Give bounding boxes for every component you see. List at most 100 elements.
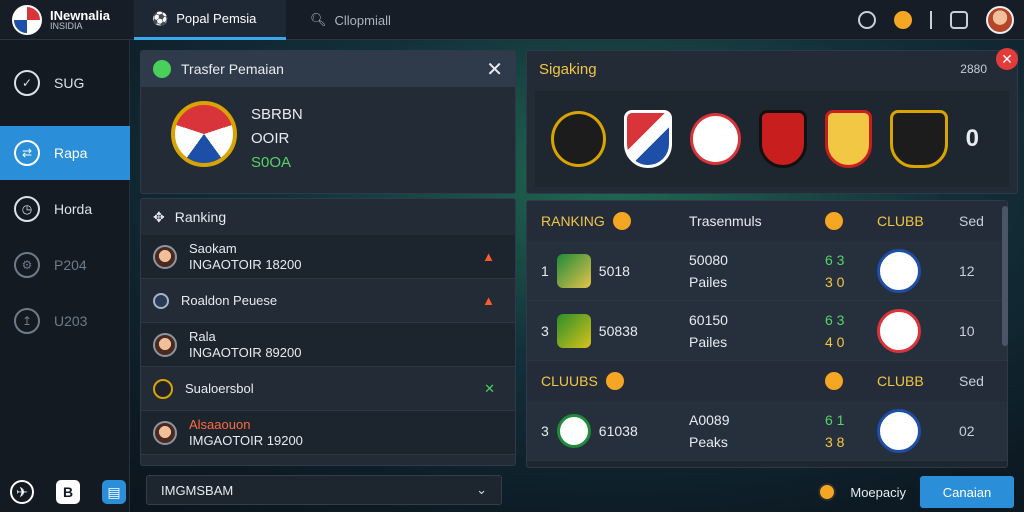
goals: 6 1 [825, 411, 845, 428]
column-header: CLUBB [877, 213, 924, 229]
coin-icon[interactable] [894, 11, 912, 29]
sidebar-item-rapa[interactable]: ⇄ Rapa [0, 126, 130, 180]
column-header: Sed [959, 213, 984, 229]
sidebar-item-sug[interactable]: ✓ SUG [0, 56, 130, 110]
club-crest-icon[interactable] [759, 110, 807, 168]
column-header: RANKING [541, 213, 605, 229]
team-crest-icon [556, 413, 591, 448]
ranking-panel: ✥ Ranking Saokam INGAOTOIR 18200 ▲ Roald… [140, 198, 516, 466]
sidebar-item-horda[interactable]: ◷ Horda [0, 182, 130, 236]
filter-dropdown[interactable]: IMGMSBAM ⌄ [146, 475, 502, 505]
club-crest-icon[interactable] [551, 111, 607, 167]
sub-label: Pailes [689, 273, 728, 290]
value: A0089 [689, 411, 730, 428]
dropdown-value: IMGMSBAM [161, 482, 234, 498]
coin-icon [612, 212, 631, 230]
avatar [153, 244, 177, 269]
close-icon[interactable]: ✕ [996, 48, 1018, 70]
value: 60150 [689, 311, 728, 328]
tab-popal-pemsia[interactable]: ⚽ Popal Pemsia [134, 0, 286, 40]
speaking-panel: Sigaking 2880 0 [526, 50, 1018, 194]
transfer-icon [153, 60, 171, 78]
transfer-panel: Trasfer Pemaian ✕ SBRBN OOIR S0OA [140, 50, 516, 194]
transfer-icon: ⇄ [14, 140, 40, 166]
coin-icon [605, 372, 624, 390]
sidebar-item-label: U203 [54, 313, 88, 329]
arrow-up-icon: ▲ [482, 249, 495, 264]
transfer-line: SBRBN [251, 106, 303, 123]
club-crest-icon[interactable] [824, 110, 873, 168]
coin-icon [825, 212, 843, 230]
brand[interactable]: INewnalia INSIDIA [0, 0, 132, 40]
chevron-down-icon: ⌄ [476, 482, 487, 497]
avatar [153, 332, 177, 357]
upload-icon: ↥ [14, 308, 40, 334]
sidebar-item-u203[interactable]: ↥ U203 [0, 294, 130, 348]
app-logo-icon [12, 5, 42, 35]
window-icon[interactable] [950, 11, 968, 29]
player-detail: INGAOTOIR 89200 [189, 344, 302, 360]
club-crest-icon [171, 101, 237, 167]
avatar [153, 420, 177, 445]
list-item[interactable]: Rala INGAOTOIR 89200 [141, 323, 515, 367]
rank: 3 [541, 322, 549, 339]
score: 02 [959, 422, 975, 439]
run-icon[interactable]: ✈ [10, 480, 34, 504]
list-item[interactable]: Saokam INGAOTOIR 18200 ▲ [141, 235, 515, 279]
rank: 3 [541, 422, 549, 439]
settings-icon: ⚙ [14, 252, 40, 278]
player-name: Rala [189, 328, 216, 344]
team-crest-icon [556, 313, 591, 348]
check-icon: ✓ [14, 70, 40, 96]
panel-title: Ranking [174, 209, 227, 225]
scrollbar[interactable] [1002, 206, 1008, 346]
sidebar-item-label: SUG [54, 75, 85, 91]
table-row[interactable]: 3 50838 60150 Pailes 6 3 4 0 10 [527, 301, 1007, 361]
score: 12 [959, 262, 975, 279]
close-icon[interactable]: ✕ [484, 381, 495, 397]
column-header: Sed [959, 373, 984, 389]
b-icon[interactable]: B [56, 480, 80, 504]
list-item[interactable]: Sualoersbol ✕ [141, 367, 515, 411]
goals: 6 3 [825, 311, 845, 328]
club-crest-icon [877, 308, 921, 353]
search-icon: 🔍︎ [310, 12, 327, 27]
club-crest-icon[interactable] [624, 110, 672, 168]
confirm-button[interactable]: Canaian [920, 476, 1014, 508]
sidebar-item-label: P204 [54, 257, 87, 273]
status-icon [818, 483, 837, 501]
sidebar: ✓ SUG ⇄ Rapa ◷ Horda ⚙ P204 ↥ U203 ✈ B ▤ [0, 40, 130, 512]
close-icon[interactable]: ✕ [486, 57, 503, 82]
transfer-line: OOIR [251, 130, 290, 147]
sub-label: Pailes [689, 333, 728, 350]
points: 3 0 [825, 273, 845, 290]
arrow-up-icon: ▲ [482, 293, 495, 308]
column-header: CLUUBS [541, 373, 598, 389]
top-bar: INewnalia INSIDIA ⚽ Popal Pemsia 🔍︎ Cllo… [0, 0, 1024, 40]
player-detail: IMGAOTOIR 19200 [189, 432, 303, 448]
puzzle-icon: ✥ [153, 208, 165, 225]
avatar[interactable] [986, 6, 1014, 34]
team-crest-icon [556, 253, 591, 288]
list-item[interactable]: Roaldon Peuese ▲ [141, 279, 515, 323]
club-crest-icon[interactable] [689, 113, 742, 165]
calendar-icon[interactable]: ▤ [102, 480, 126, 504]
sidebar-item-p204[interactable]: ⚙ P204 [0, 238, 130, 292]
goals: 6 3 [825, 251, 845, 268]
column-header: CLUBB [877, 373, 924, 389]
club-crest-icon[interactable] [890, 110, 948, 168]
player-name: Alsaaouon [189, 416, 251, 432]
table-row[interactable]: 3 61038 A0089 Peaks 6 1 3 8 02 [527, 401, 1007, 461]
score: 10 [959, 322, 975, 339]
player-name: Sualoersbol [185, 380, 254, 396]
panel-title: Sigaking [539, 60, 597, 78]
tab-cllopmiall[interactable]: 🔍︎ Cllopmiall [292, 0, 432, 40]
list-item[interactable]: Alsaaouon IMGAOTOIR 19200 [141, 411, 515, 455]
club-crest-icon [877, 248, 921, 293]
transfer-line: S0OA [251, 154, 292, 171]
team-code: 5018 [598, 262, 630, 279]
table-row[interactable]: 1 5018 50080 Pailes 6 3 3 0 12 [527, 241, 1007, 301]
tab-label: Cllopmiall [334, 12, 391, 28]
globe-icon[interactable] [858, 11, 876, 29]
avatar [153, 292, 169, 309]
